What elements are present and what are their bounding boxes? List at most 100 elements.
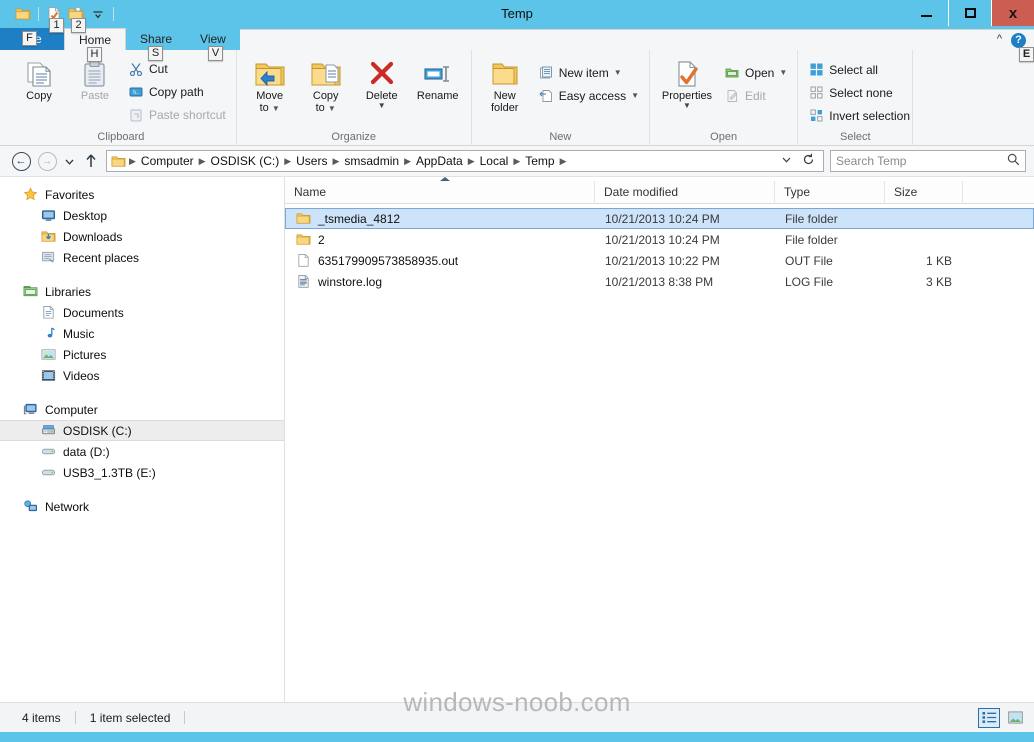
tab-file-keytip: F bbox=[22, 31, 37, 46]
refresh-icon[interactable] bbox=[802, 153, 815, 169]
new-item-button[interactable]: New item ▼ bbox=[534, 62, 643, 83]
column-header-date-modified[interactable]: Date modified bbox=[595, 180, 775, 204]
group-title-organize: Organize bbox=[331, 131, 377, 143]
qat-properties-icon[interactable]: 1 bbox=[43, 3, 65, 33]
details-view-button[interactable] bbox=[978, 707, 1000, 728]
easy-access-icon bbox=[538, 88, 554, 104]
quick-access-toolbar: 1 2 bbox=[0, 0, 118, 33]
sidebar-item-data-d[interactable]: data (D:) bbox=[0, 441, 284, 462]
sidebar-item-recent-places[interactable]: Recent places bbox=[0, 247, 284, 268]
title-bar: 1 2 Temp x bbox=[0, 0, 1034, 33]
maximize-button[interactable] bbox=[948, 0, 991, 26]
select-all-button-label: Select all bbox=[829, 62, 878, 77]
move-to-button-label2: to ▼ bbox=[259, 102, 280, 114]
computer-icon bbox=[22, 402, 38, 418]
column-header-size[interactable]: Size bbox=[885, 180, 963, 204]
select-none-button[interactable]: Select none bbox=[804, 82, 914, 103]
sidebar-item-pictures[interactable]: Pictures bbox=[0, 344, 284, 365]
column-header-date-modified-label: Date modified bbox=[604, 185, 679, 199]
group-title-open: Open bbox=[710, 131, 738, 143]
address-dropdown-icon[interactable] bbox=[781, 154, 792, 168]
open-caret-icon: ▼ bbox=[779, 68, 788, 77]
select-all-button[interactable]: Select all bbox=[804, 59, 914, 80]
log-file-icon bbox=[295, 274, 311, 290]
forward-button[interactable]: → bbox=[34, 148, 60, 174]
qat-new-folder-icon[interactable]: 2 bbox=[65, 3, 87, 33]
invert-selection-button-label: Invert selection bbox=[829, 108, 910, 123]
table-row[interactable]: _tsmedia_4812 10/21/2013 10:24 PM File f… bbox=[285, 208, 1034, 229]
sidebar-item-documents[interactable]: Documents bbox=[0, 302, 284, 323]
search-icon[interactable] bbox=[1007, 153, 1020, 169]
column-header-type[interactable]: Type bbox=[775, 180, 885, 204]
sidebar-item-usb3[interactable]: USB3_1.3TB (E:) bbox=[0, 462, 284, 483]
navpane-header-favorites[interactable]: Favorites bbox=[0, 184, 284, 205]
move-to-icon bbox=[254, 57, 286, 90]
invert-selection-button[interactable]: Invert selection bbox=[804, 105, 914, 126]
scissors-icon bbox=[128, 61, 144, 77]
breadcrumb-item-local[interactable]: Local bbox=[476, 154, 513, 168]
open-icon bbox=[724, 65, 740, 81]
documents-icon bbox=[40, 305, 56, 321]
breadcrumb-item-osdisk[interactable]: OSDISK (C:) bbox=[207, 154, 284, 168]
search-input[interactable]: Search Temp bbox=[830, 150, 1026, 172]
column-header-type-label: Type bbox=[784, 185, 811, 199]
table-row[interactable]: winstore.log 10/21/2013 8:38 PM LOG File… bbox=[285, 271, 1034, 292]
back-arrow-icon: ← bbox=[11, 151, 31, 171]
breadcrumb-item-computer[interactable]: Computer bbox=[137, 154, 198, 168]
copy-to-button[interactable]: Copy to ▼ bbox=[299, 54, 353, 115]
sidebar-item-osdisk[interactable]: OSDISK (C:) bbox=[0, 420, 284, 441]
cut-button[interactable]: Cut bbox=[124, 58, 230, 79]
close-icon: x bbox=[1008, 4, 1018, 22]
new-folder-button[interactable]: New folder bbox=[478, 54, 532, 114]
sidebar-item-videos-label: Videos bbox=[63, 368, 100, 383]
rename-button[interactable]: Rename bbox=[411, 54, 465, 102]
sidebar-item-music[interactable]: Music bbox=[0, 323, 284, 344]
open-button[interactable]: Open ▼ bbox=[720, 62, 791, 83]
sidebar-item-downloads[interactable]: Downloads bbox=[0, 226, 284, 247]
navpane-header-libraries[interactable]: Libraries bbox=[0, 281, 284, 302]
qat-keytip-2: 2 bbox=[71, 18, 86, 33]
minimize-button[interactable] bbox=[905, 0, 948, 26]
copy-button[interactable]: Copy bbox=[12, 54, 66, 102]
sidebar-item-desktop-label: Desktop bbox=[63, 208, 108, 223]
minimize-icon bbox=[921, 15, 932, 17]
qat-folder-icon[interactable] bbox=[12, 3, 34, 25]
table-row[interactable]: 635179909573858935.out 10/21/2013 10:22 … bbox=[285, 250, 1034, 271]
move-to-button[interactable]: Move to ▼ bbox=[243, 54, 297, 115]
delete-button[interactable]: Delete ▼ bbox=[355, 54, 409, 110]
paste-shortcut-button[interactable]: Paste shortcut bbox=[124, 104, 230, 125]
table-row[interactable]: 2 10/21/2013 10:24 PM File folder bbox=[285, 229, 1034, 250]
recent-locations-button[interactable] bbox=[60, 148, 78, 174]
breadcrumb-item-users[interactable]: Users bbox=[292, 154, 331, 168]
column-header-size-label: Size bbox=[894, 185, 918, 199]
tab-share[interactable]: Share S bbox=[126, 28, 186, 61]
file-name-label: 2 bbox=[318, 232, 325, 247]
sidebar-item-videos[interactable]: Videos bbox=[0, 365, 284, 386]
easy-access-button[interactable]: Easy access ▼ bbox=[534, 85, 643, 106]
new-folder-icon bbox=[490, 57, 520, 90]
back-button[interactable]: ← bbox=[8, 148, 34, 174]
help-icon[interactable]: ? E bbox=[1011, 32, 1034, 62]
tab-view[interactable]: View V bbox=[186, 28, 240, 61]
copy-path-button[interactable]: \\.. Copy path bbox=[124, 81, 230, 102]
breadcrumb-item-temp[interactable]: Temp bbox=[521, 154, 558, 168]
column-header-name-label: Name bbox=[294, 185, 327, 199]
navpane-header-computer[interactable]: Computer bbox=[0, 399, 284, 420]
up-button[interactable] bbox=[78, 148, 104, 174]
properties-button[interactable]: Properties ▼ bbox=[656, 54, 718, 110]
breadcrumb-item-smsadmin[interactable]: smsadmin bbox=[340, 154, 403, 168]
large-icons-view-button[interactable] bbox=[1004, 708, 1026, 728]
column-header-name[interactable]: Name bbox=[285, 180, 595, 204]
qat-customize-dropdown[interactable] bbox=[87, 3, 109, 25]
navigation-pane: Favorites Desktop Downloads Recent place… bbox=[0, 177, 285, 702]
sidebar-item-desktop[interactable]: Desktop bbox=[0, 205, 284, 226]
drive-icon bbox=[40, 465, 56, 481]
qat-separator-2 bbox=[113, 7, 114, 21]
navpane-header-network[interactable]: Network bbox=[0, 496, 284, 517]
breadcrumb[interactable]: ▶ Computer ▶ OSDISK (C:) ▶ Users ▶ smsad… bbox=[106, 150, 824, 172]
chevron-up-icon[interactable]: ^ bbox=[997, 33, 1002, 45]
close-button[interactable]: x bbox=[991, 0, 1034, 26]
edit-button[interactable]: Edit bbox=[720, 85, 791, 106]
breadcrumb-item-appdata[interactable]: AppData bbox=[412, 154, 467, 168]
copy-icon bbox=[24, 57, 54, 90]
